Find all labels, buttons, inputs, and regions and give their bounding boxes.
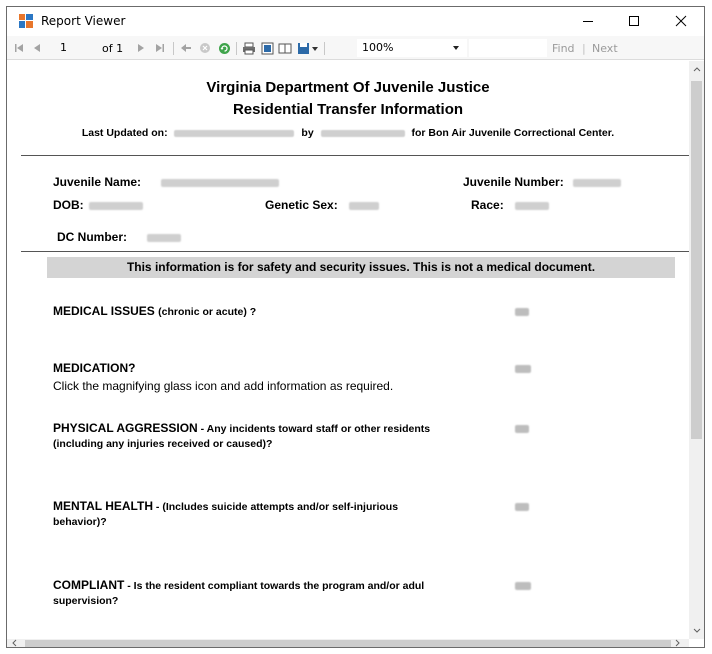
report-subheading: Residential Transfer Information xyxy=(232,101,464,118)
horizontal-scroll-thumb[interactable] xyxy=(25,640,671,647)
page-count-label: of 1 xyxy=(102,42,124,55)
medical-issues-answer xyxy=(515,308,529,316)
dob-value xyxy=(89,202,143,210)
previous-page-icon xyxy=(34,44,40,52)
export-button[interactable] xyxy=(296,40,320,56)
print-layout-icon xyxy=(261,42,273,54)
find-separator: | xyxy=(582,42,586,55)
redacted-user xyxy=(320,129,405,137)
refresh-icon xyxy=(218,42,230,54)
juvenile-name-value xyxy=(161,179,279,187)
disclaimer-banner: This information is for safety and secur… xyxy=(47,257,675,278)
previous-page-button[interactable] xyxy=(31,40,43,56)
medical-issues-question: MEDICAL ISSUES (chronic or acute) ? xyxy=(53,304,257,318)
toolbar-separator xyxy=(173,42,174,55)
printer-icon xyxy=(243,42,255,54)
compliant-answer xyxy=(515,582,531,590)
scroll-down-icon[interactable] xyxy=(693,627,701,637)
minimize-button[interactable] xyxy=(565,7,611,35)
report-page: Virginia Department Of Juvenile Justice … xyxy=(7,61,689,639)
refresh-button[interactable] xyxy=(217,40,231,56)
juvenile-name-label: Juvenile Name: xyxy=(53,175,142,189)
stop-icon xyxy=(200,43,210,53)
report-heading: Virginia Department Of Juvenile Justice xyxy=(206,79,490,96)
mental-health-question: MENTAL HEALTH - (Includes suicide attemp… xyxy=(53,499,399,513)
back-arrow-icon xyxy=(181,44,191,52)
last-updated-label: Last Updated on: xyxy=(81,127,168,139)
close-button[interactable] xyxy=(658,7,704,35)
toolbar-separator xyxy=(324,42,325,55)
dob-label: DOB: xyxy=(53,198,84,212)
compliant-question-cont: supervision? xyxy=(53,595,119,607)
zoom-value: 100% xyxy=(362,41,394,54)
minimize-icon xyxy=(583,20,593,22)
race-value xyxy=(515,202,549,210)
dc-number-label: DC Number: xyxy=(57,230,128,244)
print-button[interactable] xyxy=(241,40,257,56)
next-page-icon xyxy=(138,44,144,52)
dc-number-value xyxy=(147,234,181,242)
divider xyxy=(21,155,689,156)
find-text-input[interactable] xyxy=(469,39,547,57)
report-viewer-window: Report Viewer 1 of 1 100% Find | Next Vi… xyxy=(6,6,705,648)
next-page-button[interactable] xyxy=(135,40,147,56)
title-bar: Report Viewer xyxy=(7,7,704,35)
last-page-icon xyxy=(156,44,164,52)
print-layout-button[interactable] xyxy=(259,40,275,56)
maximize-icon xyxy=(629,16,639,26)
window-title: Report Viewer xyxy=(41,14,126,28)
physical-aggression-answer xyxy=(515,425,529,433)
scroll-right-icon[interactable] xyxy=(675,639,681,647)
stop-button[interactable] xyxy=(198,40,212,56)
app-icon xyxy=(19,14,33,28)
vertical-scroll-thumb[interactable] xyxy=(691,81,702,439)
save-export-icon xyxy=(298,42,318,54)
first-page-icon xyxy=(15,44,23,52)
scroll-left-icon[interactable] xyxy=(11,639,17,647)
by-label: by xyxy=(301,127,314,139)
vertical-scrollbar[interactable] xyxy=(689,61,704,639)
close-icon xyxy=(675,15,687,27)
compliant-question: COMPLIANT - Is the resident compliant to… xyxy=(53,578,425,592)
last-page-button[interactable] xyxy=(154,40,166,56)
maximize-button[interactable] xyxy=(611,7,657,35)
mental-health-answer xyxy=(515,503,529,511)
find-next-link[interactable]: Next xyxy=(592,42,618,55)
page-setup-button[interactable] xyxy=(277,40,293,56)
report-toolbar: 1 of 1 100% Find | Next xyxy=(7,36,704,60)
physical-aggression-question: PHYSICAL AGGRESSION - Any incidents towa… xyxy=(53,421,431,435)
divider xyxy=(21,251,689,252)
last-updated-line: Last Updated on: by for Bon Air Juvenile… xyxy=(7,127,689,139)
horizontal-scrollbar[interactable] xyxy=(7,639,689,647)
mental-health-question-cont: behavior)? xyxy=(53,516,107,528)
chevron-down-icon xyxy=(453,46,459,50)
zoom-select[interactable]: 100% xyxy=(357,39,467,57)
genetic-sex-value xyxy=(349,202,379,210)
medication-note: Click the magnifying glass icon and add … xyxy=(53,379,394,393)
medication-answer xyxy=(515,365,531,373)
race-label: Race: xyxy=(471,198,504,212)
facility-text: for Bon Air Juvenile Correctional Center… xyxy=(411,127,615,139)
redacted-date xyxy=(174,129,295,137)
toolbar-separator xyxy=(236,42,237,55)
genetic-sex-label: Genetic Sex: xyxy=(265,198,338,212)
first-page-button[interactable] xyxy=(13,40,25,56)
juvenile-number-value xyxy=(573,179,621,187)
scroll-up-icon[interactable] xyxy=(693,65,701,75)
juvenile-number-label: Juvenile Number: xyxy=(463,175,564,189)
find-link[interactable]: Find xyxy=(552,42,575,55)
back-button[interactable] xyxy=(179,40,193,56)
physical-aggression-question-cont: (including any injuries received or caus… xyxy=(53,438,273,450)
current-page-input[interactable]: 1 xyxy=(54,39,94,56)
page-setup-icon xyxy=(278,43,292,53)
medication-question: MEDICATION? xyxy=(53,361,136,375)
